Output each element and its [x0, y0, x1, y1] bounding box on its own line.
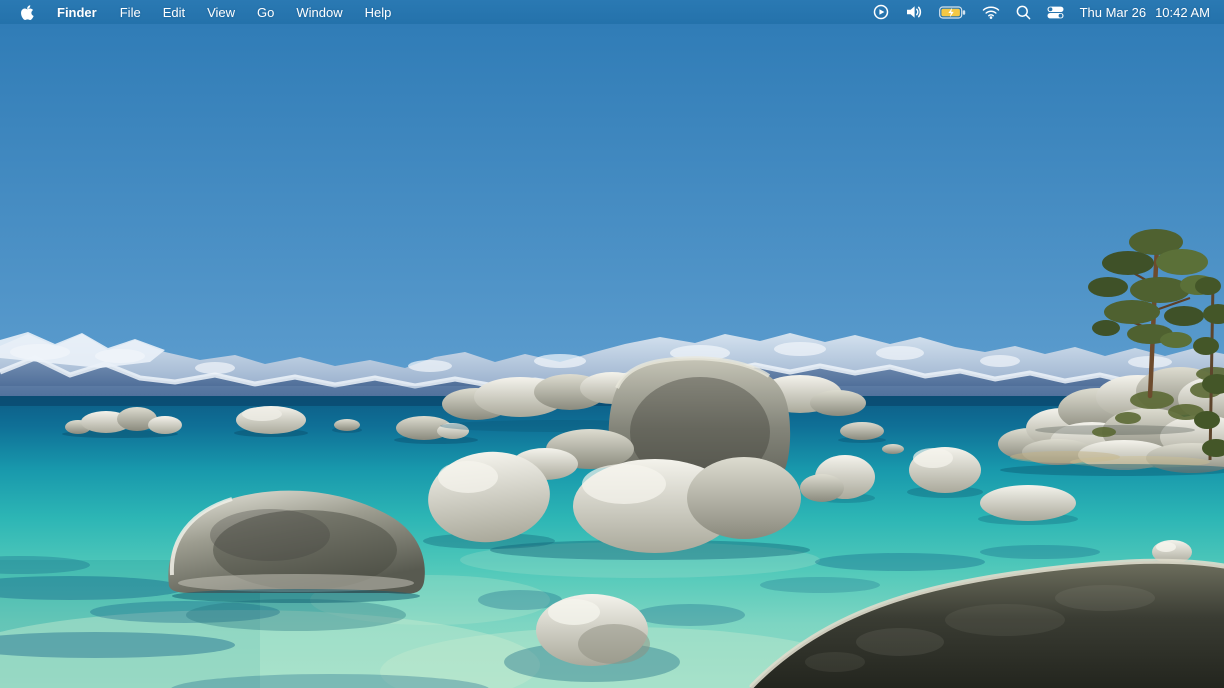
apple-menu[interactable] — [14, 0, 45, 24]
clock-date: Thu Mar 26 — [1080, 5, 1146, 20]
battery-icon — [939, 6, 966, 19]
lake-tahoe-wallpaper — [0, 0, 1224, 688]
control-center-icon — [1047, 6, 1064, 19]
now-playing-menu[interactable] — [865, 0, 897, 24]
menu-item-finder[interactable]: Finder — [45, 0, 109, 24]
menu-item-edit[interactable]: Edit — [152, 0, 196, 24]
clock-time: 10:42 AM — [1155, 5, 1210, 20]
menu-bar-left: Finder File Edit View Go Window Help — [0, 0, 402, 24]
spotlight-icon — [1016, 5, 1031, 20]
menu-item-go[interactable]: Go — [246, 0, 285, 24]
wifi-icon — [982, 5, 1000, 19]
desktop[interactable]: Finder File Edit View Go Window Help — [0, 0, 1224, 688]
menu-bar-status: Thu Mar 26 10:42 AM — [865, 0, 1224, 24]
spotlight-menu[interactable] — [1008, 0, 1039, 24]
menu-item-help[interactable]: Help — [354, 0, 403, 24]
menu-bar: Finder File Edit View Go Window Help — [0, 0, 1224, 24]
menu-bar-clock[interactable]: Thu Mar 26 10:42 AM — [1072, 0, 1214, 24]
now-playing-icon — [873, 4, 889, 20]
wifi-menu[interactable] — [974, 0, 1008, 24]
battery-menu[interactable] — [931, 0, 974, 24]
menu-item-view[interactable]: View — [196, 0, 246, 24]
control-center-menu[interactable] — [1039, 0, 1072, 24]
menu-item-window[interactable]: Window — [285, 0, 353, 24]
volume-menu[interactable] — [897, 0, 931, 24]
volume-icon — [905, 5, 923, 19]
menu-item-file[interactable]: File — [109, 0, 152, 24]
apple-icon — [20, 4, 35, 21]
